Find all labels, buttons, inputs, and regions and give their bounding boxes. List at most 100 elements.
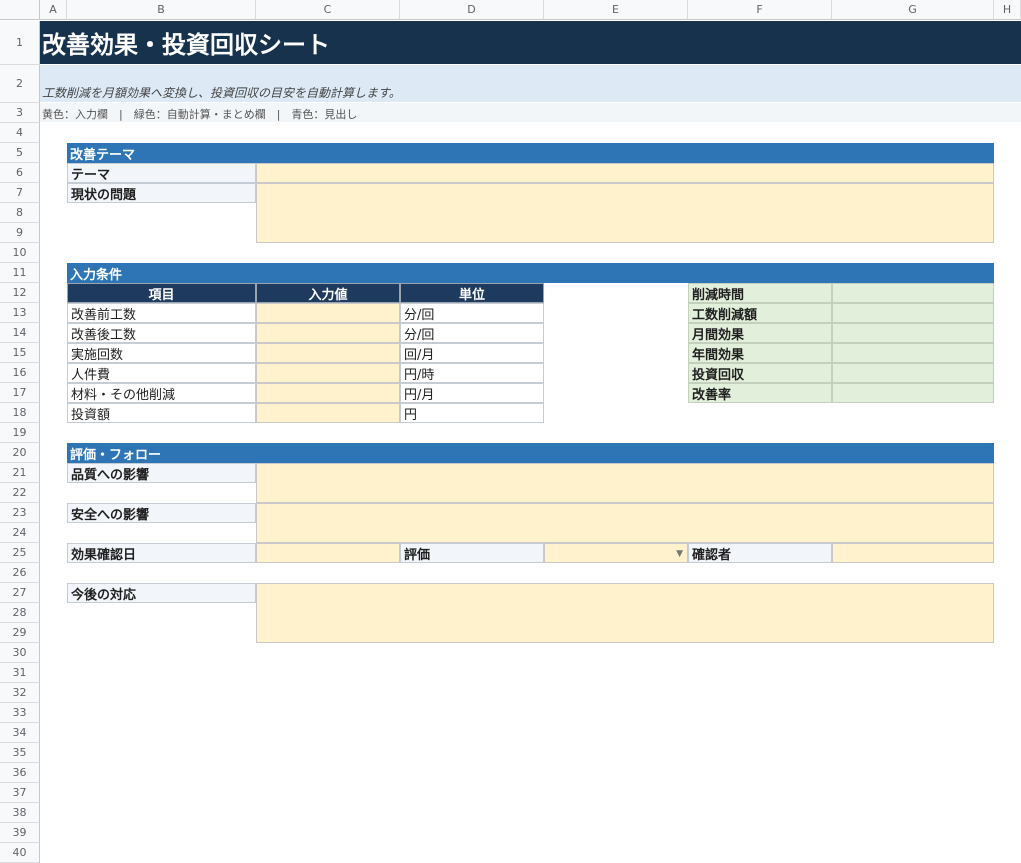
item-value-input[interactable] <box>256 323 400 343</box>
item-name[interactable]: 改善前工数 <box>67 303 256 323</box>
row-header-4[interactable]: 4 <box>0 123 40 143</box>
table-header-unit[interactable]: 単位 <box>400 283 544 303</box>
safety-label[interactable]: 安全への影響 <box>67 503 256 523</box>
page-title[interactable]: 改善効果・投資回収シート <box>42 21 330 64</box>
summary-value[interactable] <box>832 343 994 363</box>
summary-value[interactable] <box>832 303 994 323</box>
row-header-30[interactable]: 30 <box>0 643 40 663</box>
summary-label[interactable]: 工数削減額 <box>688 303 832 323</box>
item-value-input[interactable] <box>256 383 400 403</box>
row-header-20[interactable]: 20 <box>0 443 40 463</box>
table-header-item[interactable]: 項目 <box>67 283 256 303</box>
section-header-theme[interactable]: 改善テーマ <box>67 143 994 163</box>
color-legend[interactable]: 黄色：入力欄 | 緑色：自動計算・まとめ欄 | 青色：見出し <box>42 106 357 122</box>
item-unit[interactable]: 円/月 <box>400 383 544 403</box>
select-all-corner[interactable] <box>0 0 40 20</box>
row-header-12[interactable]: 12 <box>0 283 40 303</box>
summary-value[interactable] <box>832 383 994 403</box>
quality-input[interactable] <box>256 463 994 503</box>
row-header-7[interactable]: 7 <box>0 183 40 203</box>
column-header-c[interactable]: C <box>256 0 400 20</box>
row-header-6[interactable]: 6 <box>0 163 40 183</box>
item-unit[interactable]: 円 <box>400 403 544 423</box>
row-header-25[interactable]: 25 <box>0 543 40 563</box>
item-value-input[interactable] <box>256 343 400 363</box>
item-value-input[interactable] <box>256 303 400 323</box>
column-header-b[interactable]: B <box>67 0 256 20</box>
checker-label[interactable]: 確認者 <box>688 543 832 563</box>
item-unit[interactable]: 分/回 <box>400 323 544 343</box>
item-name[interactable]: 改善後工数 <box>67 323 256 343</box>
row-header-23[interactable]: 23 <box>0 503 40 523</box>
row-header-28[interactable]: 28 <box>0 603 40 623</box>
row-header-22[interactable]: 22 <box>0 483 40 503</box>
row-header-11[interactable]: 11 <box>0 263 40 283</box>
item-name[interactable]: 実施回数 <box>67 343 256 363</box>
item-name[interactable]: 人件費 <box>67 363 256 383</box>
chevron-down-icon[interactable]: ▼ <box>676 549 683 559</box>
confirm-date-label[interactable]: 効果確認日 <box>67 543 256 563</box>
table-header-value[interactable]: 入力値 <box>256 283 400 303</box>
row-header-39[interactable]: 39 <box>0 823 40 843</box>
row-header-35[interactable]: 35 <box>0 743 40 763</box>
rating-dropdown[interactable]: ▼ <box>544 543 688 563</box>
row-header-40[interactable]: 40 <box>0 843 40 863</box>
row-header-3[interactable]: 3 <box>0 103 40 123</box>
confirm-date-input[interactable] <box>256 543 400 563</box>
summary-value[interactable] <box>832 283 994 303</box>
row-header-29[interactable]: 29 <box>0 623 40 643</box>
column-header-d[interactable]: D <box>400 0 544 20</box>
summary-label[interactable]: 削減時間 <box>688 283 832 303</box>
future-action-input[interactable] <box>256 583 994 643</box>
row-header-16[interactable]: 16 <box>0 363 40 383</box>
item-name[interactable]: 材料・その他削減 <box>67 383 256 403</box>
section-header-evaluation[interactable]: 評価・フォロー <box>67 443 994 463</box>
row-header-33[interactable]: 33 <box>0 703 40 723</box>
row-header-27[interactable]: 27 <box>0 583 40 603</box>
row-header-17[interactable]: 17 <box>0 383 40 403</box>
item-value-input[interactable] <box>256 363 400 383</box>
problem-label[interactable]: 現状の問題 <box>67 183 256 203</box>
row-header-10[interactable]: 10 <box>0 243 40 263</box>
row-header-8[interactable]: 8 <box>0 203 40 223</box>
item-unit[interactable]: 回/月 <box>400 343 544 363</box>
summary-value[interactable] <box>832 323 994 343</box>
item-unit[interactable]: 円/時 <box>400 363 544 383</box>
row-header-5[interactable]: 5 <box>0 143 40 163</box>
row-header-36[interactable]: 36 <box>0 763 40 783</box>
item-value-input[interactable] <box>256 403 400 423</box>
row-header-14[interactable]: 14 <box>0 323 40 343</box>
summary-label[interactable]: 年間効果 <box>688 343 832 363</box>
quality-label[interactable]: 品質への影響 <box>67 463 256 483</box>
row-header-31[interactable]: 31 <box>0 663 40 683</box>
row-header-37[interactable]: 37 <box>0 783 40 803</box>
row-header-19[interactable]: 19 <box>0 423 40 443</box>
problem-input[interactable] <box>256 183 994 243</box>
row-header-18[interactable]: 18 <box>0 403 40 423</box>
row-header-26[interactable]: 26 <box>0 563 40 583</box>
row-header-21[interactable]: 21 <box>0 463 40 483</box>
row-header-15[interactable]: 15 <box>0 343 40 363</box>
row-header-1[interactable]: 1 <box>0 21 40 65</box>
row-header-34[interactable]: 34 <box>0 723 40 743</box>
row-header-2[interactable]: 2 <box>0 65 40 103</box>
row-header-9[interactable]: 9 <box>0 223 40 243</box>
subtitle[interactable]: 工数削減を月額効果へ変換し、投資回収の目安を自動計算します。 <box>42 84 401 101</box>
row-header-13[interactable]: 13 <box>0 303 40 323</box>
row-header-24[interactable]: 24 <box>0 523 40 543</box>
column-header-g[interactable]: G <box>832 0 994 20</box>
column-header-f[interactable]: F <box>688 0 832 20</box>
rating-label[interactable]: 評価 <box>400 543 544 563</box>
theme-input[interactable] <box>256 163 994 183</box>
summary-label[interactable]: 月間効果 <box>688 323 832 343</box>
row-header-38[interactable]: 38 <box>0 803 40 823</box>
future-action-label[interactable]: 今後の対応 <box>67 583 256 603</box>
item-name[interactable]: 投資額 <box>67 403 256 423</box>
theme-label[interactable]: テーマ <box>67 163 256 183</box>
summary-value[interactable] <box>832 363 994 383</box>
safety-input[interactable] <box>256 503 994 543</box>
checker-input[interactable] <box>832 543 994 563</box>
column-header-e[interactable]: E <box>544 0 688 20</box>
summary-label[interactable]: 改善率 <box>688 383 832 403</box>
section-header-input[interactable]: 入力条件 <box>67 263 994 283</box>
